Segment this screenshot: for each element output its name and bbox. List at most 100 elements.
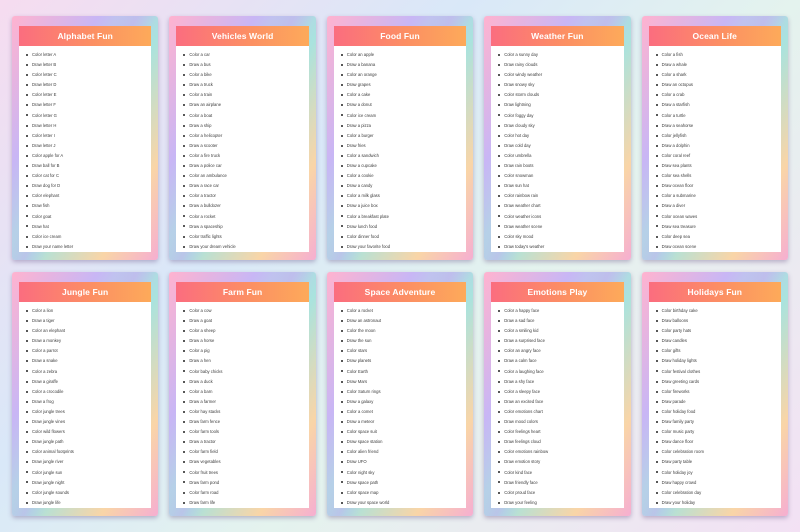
activity-item: Color an ambulance bbox=[183, 171, 308, 181]
bullet-icon bbox=[655, 175, 658, 178]
activity-label: Color stars bbox=[346, 348, 368, 354]
activity-label: Draw a scooter bbox=[189, 142, 218, 148]
bullet-icon bbox=[340, 330, 343, 333]
bullet-icon bbox=[655, 370, 658, 373]
activity-item: Color holiday joy bbox=[655, 468, 781, 478]
activity-item: Draw happy crowd bbox=[655, 478, 781, 488]
activity-label: Draw a spaceship bbox=[189, 223, 223, 229]
bullet-icon bbox=[498, 53, 501, 56]
activity-list: Color a fish Draw a whale Color a shark Dra… bbox=[649, 46, 781, 252]
worksheet-card: Jungle Fun Color a lion Draw a tiger Color … bbox=[12, 272, 159, 516]
bullet-icon bbox=[26, 205, 28, 208]
bullet-icon bbox=[498, 431, 501, 434]
activity-label: Draw a shy face bbox=[504, 378, 535, 384]
activity-label: Color emotions chart bbox=[504, 408, 543, 414]
bullet-icon bbox=[183, 319, 186, 322]
activity-item: Draw lightning bbox=[498, 100, 623, 110]
bullet-icon bbox=[183, 501, 186, 504]
activity-label: Draw your favorite food bbox=[346, 243, 391, 249]
activity-item: Color ice cream bbox=[26, 232, 151, 242]
activity-label: Draw a meteor bbox=[346, 419, 375, 425]
activity-item: Color a comet bbox=[340, 407, 466, 417]
activity-item: Draw rain boots bbox=[498, 161, 623, 171]
activity-item: Color dinner food bbox=[340, 232, 466, 242]
activity-label: Color a breakfast plate bbox=[346, 213, 389, 219]
bullet-icon bbox=[655, 235, 658, 238]
bullet-icon bbox=[183, 431, 186, 434]
activity-item: Color deep sea bbox=[655, 232, 781, 242]
activity-item: Draw a meteor bbox=[340, 417, 466, 427]
worksheet-sheet: Farm Fun Color a cow Draw a goat Color a sh… bbox=[176, 282, 309, 508]
bullet-icon bbox=[183, 84, 186, 87]
activity-label: Color ice cream bbox=[346, 112, 377, 118]
activity-item: Color alien friend bbox=[340, 447, 466, 457]
activity-label: Color storm clouds bbox=[504, 92, 540, 98]
bullet-icon bbox=[498, 124, 501, 127]
activity-label: Draw party table bbox=[661, 459, 693, 465]
activity-label: Draw cold day bbox=[504, 142, 531, 148]
activity-label: Color a crocodile bbox=[32, 388, 64, 394]
activity-item: Draw your dream vehicle bbox=[183, 242, 308, 252]
activity-label: Color jungle sun bbox=[32, 469, 63, 475]
bullet-icon bbox=[183, 225, 186, 228]
activity-label: Color a car bbox=[189, 52, 210, 57]
bullet-icon bbox=[655, 461, 658, 464]
bullet-icon bbox=[26, 370, 28, 373]
activity-label: Draw a starfish bbox=[661, 102, 690, 108]
activity-item: Draw letter J bbox=[26, 141, 151, 151]
activity-label: Draw the sun bbox=[346, 338, 372, 344]
activity-item: Color traffic lights bbox=[183, 232, 308, 242]
activity-label: Color a rocket bbox=[346, 308, 373, 313]
activity-label: Color deep sea bbox=[661, 233, 690, 239]
activity-item: Draw an octopus bbox=[655, 80, 781, 90]
bullet-icon bbox=[26, 491, 28, 494]
activity-item: Color Saturn rings bbox=[340, 387, 466, 397]
activity-label: Draw farm life bbox=[189, 499, 216, 505]
activity-label: Color a shark bbox=[661, 72, 687, 78]
activity-item: Draw a goat bbox=[183, 316, 308, 326]
activity-item: Color rainbow rain bbox=[498, 191, 623, 201]
activity-item: Color letter G bbox=[26, 111, 151, 121]
activity-item: Color music party bbox=[655, 427, 781, 437]
activity-item: Draw letter F bbox=[26, 100, 151, 110]
activity-label: Color cat for C bbox=[32, 173, 59, 179]
bullet-icon bbox=[340, 390, 343, 393]
activity-label: Color a pig bbox=[189, 348, 210, 354]
bullet-icon bbox=[340, 309, 343, 312]
activity-label: Draw a sad face bbox=[504, 318, 535, 324]
bullet-icon bbox=[498, 360, 501, 363]
activity-item: Draw grapes bbox=[340, 80, 466, 90]
activity-item: Color letter C bbox=[26, 70, 151, 80]
bullet-icon bbox=[26, 451, 28, 454]
activity-item: Color a crab bbox=[655, 90, 781, 100]
bullet-icon bbox=[340, 63, 343, 66]
bullet-icon bbox=[340, 319, 343, 322]
activity-item: Draw weather scene bbox=[498, 222, 623, 232]
activity-item: Color a laughing face bbox=[498, 367, 623, 377]
bullet-icon bbox=[183, 235, 186, 238]
activity-item: Color ice cream bbox=[340, 111, 466, 121]
activity-label: Color umbrella bbox=[504, 152, 532, 158]
activity-label: Color a cookie bbox=[346, 173, 374, 179]
bullet-icon bbox=[183, 205, 186, 208]
activity-item: Color a cake bbox=[340, 90, 466, 100]
activity-item: Draw a sad face bbox=[498, 316, 623, 326]
activity-item: Color foggy day bbox=[498, 111, 623, 121]
bullet-icon bbox=[498, 441, 501, 444]
activity-label: Color space map bbox=[346, 489, 379, 495]
activity-label: Draw dance floor bbox=[661, 439, 694, 445]
bullet-icon bbox=[340, 84, 343, 87]
activity-item: Draw parade bbox=[655, 397, 781, 407]
activity-item: Draw space station bbox=[340, 437, 466, 447]
activity-label: Color fireworks bbox=[661, 388, 690, 394]
activity-item: Color emotions chart bbox=[498, 407, 623, 417]
bullet-icon bbox=[498, 144, 501, 147]
bullet-icon bbox=[655, 245, 658, 248]
activity-label: Color jungle trees bbox=[32, 408, 65, 414]
activity-list: Color an apple Draw a banana Color an oran… bbox=[334, 46, 466, 252]
bullet-icon bbox=[183, 245, 186, 248]
activity-label: Color a lion bbox=[32, 308, 54, 313]
activity-item: Color coral reef bbox=[655, 151, 781, 161]
bullet-icon bbox=[655, 431, 658, 434]
activity-item: Color sea shells bbox=[655, 171, 781, 181]
